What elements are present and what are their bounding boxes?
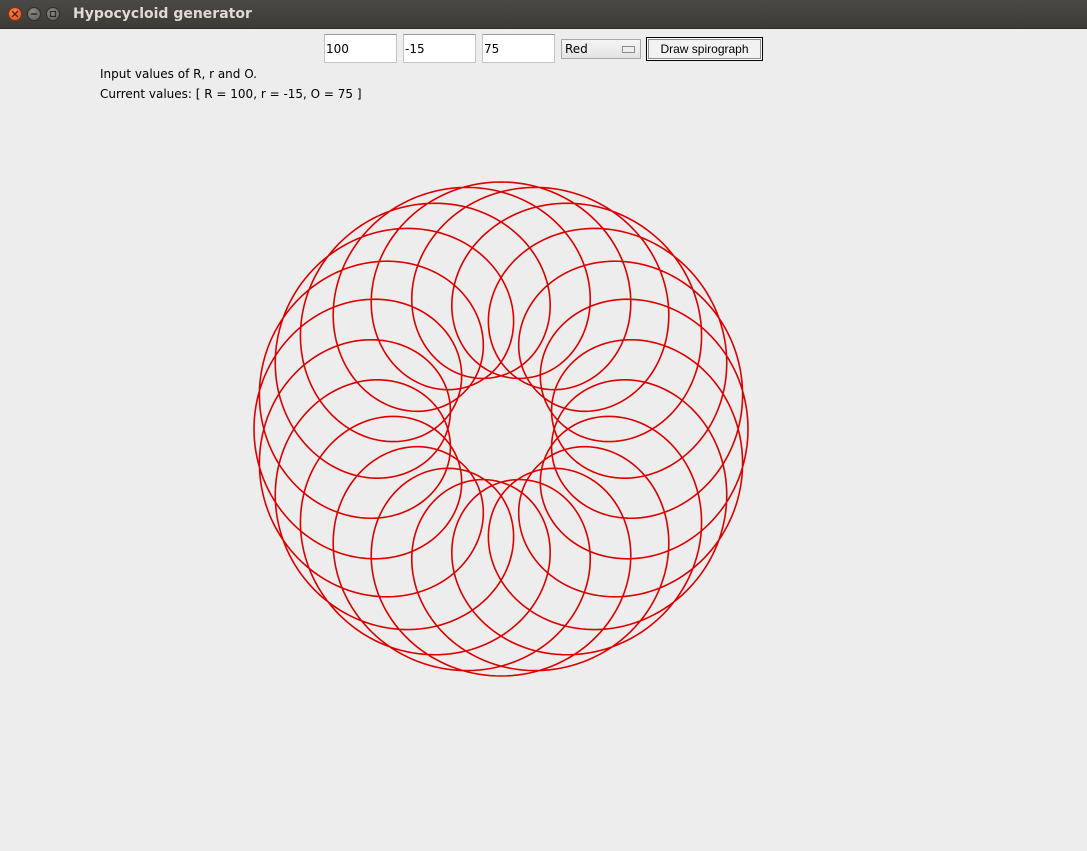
maximize-icon[interactable] xyxy=(46,7,60,21)
R-input[interactable] xyxy=(324,34,397,63)
dropdown-indicator-icon xyxy=(622,46,635,53)
title-bar[interactable]: Hypocycloid generator xyxy=(0,0,1087,29)
minimize-icon[interactable] xyxy=(27,7,41,21)
drawing-canvas xyxy=(253,181,749,677)
spirograph-curve xyxy=(253,181,749,677)
color-select[interactable]: Red xyxy=(561,39,641,59)
r-input[interactable] xyxy=(403,34,476,63)
close-icon[interactable] xyxy=(8,7,22,21)
color-select-value: Red xyxy=(565,42,588,56)
O-input[interactable] xyxy=(482,34,555,63)
app-window: Hypocycloid generator Red Draw spirograp… xyxy=(0,0,1087,851)
draw-spirograph-button[interactable]: Draw spirograph xyxy=(646,37,763,61)
window-title: Hypocycloid generator xyxy=(73,6,252,22)
current-values-label: Current values: [ R = 100, r = -15, O = … xyxy=(100,87,362,101)
instruction-label: Input values of R, r and O. xyxy=(100,67,257,81)
